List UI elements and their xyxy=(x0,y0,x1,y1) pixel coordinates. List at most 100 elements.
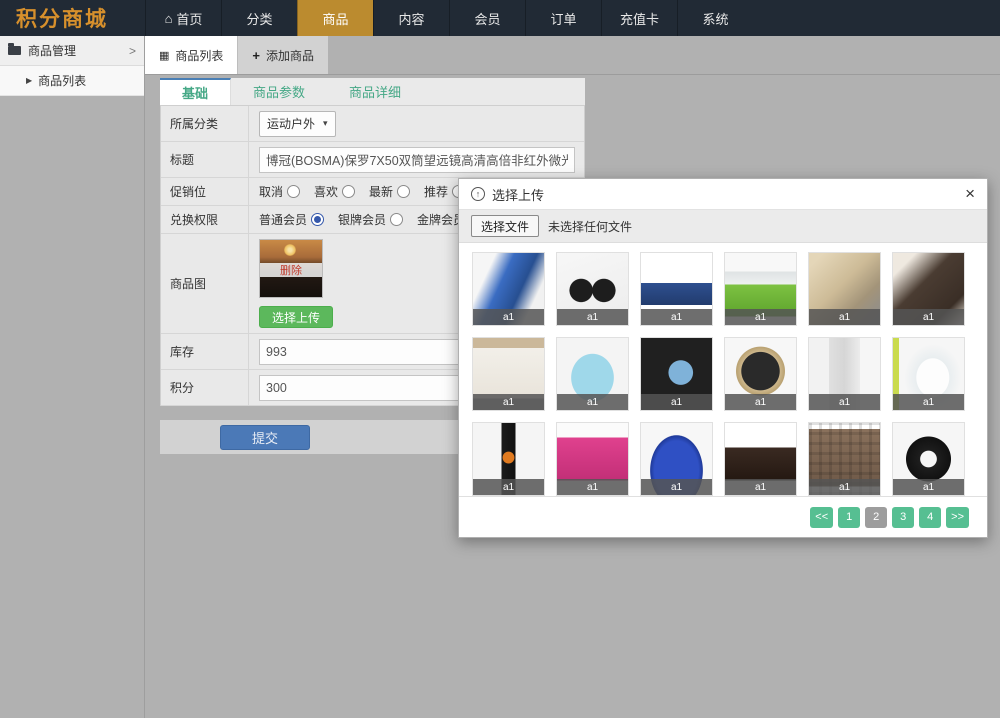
nav-item-members[interactable]: 会员 xyxy=(449,0,525,36)
pagination: << 1 2 3 4 >> xyxy=(459,496,987,537)
title-input[interactable] xyxy=(259,147,575,173)
pagination-prev-button[interactable]: << xyxy=(810,507,833,528)
product-caption: a1 xyxy=(725,309,796,325)
nav-item-recharge-card[interactable]: 充值卡 xyxy=(601,0,677,36)
radio-circle[interactable] xyxy=(397,185,410,198)
radio-circle[interactable] xyxy=(287,185,300,198)
nav-item-label: 订单 xyxy=(550,9,576,28)
product-caption: a1 xyxy=(809,309,880,325)
product-caption: a1 xyxy=(641,309,712,325)
nav-item-category[interactable]: 分类 xyxy=(221,0,297,36)
product-grid: a1 a1 a1 a1 a1 a1 a1 a1 a1 a1 a1 a1 a1 a… xyxy=(459,243,987,496)
product-thumb-rice-cooker[interactable]: a1 xyxy=(724,337,797,411)
sidebar-item-product-list[interactable]: ▶ 商品列表 xyxy=(0,66,144,96)
nav-item-home[interactable]: ⌂ 首页 xyxy=(145,0,221,36)
product-caption: a1 xyxy=(473,309,544,325)
radio-label: 普通会员 xyxy=(259,211,307,228)
radio-label: 推荐 xyxy=(424,183,448,200)
nav-item-system[interactable]: 系统 xyxy=(677,0,753,36)
tab-product-list[interactable]: ▦ 商品列表 xyxy=(145,36,237,74)
product-thumb-water-dispenser[interactable]: a1 xyxy=(808,337,881,411)
folder-icon xyxy=(8,46,21,55)
pagination-page-2-current[interactable]: 2 xyxy=(865,507,887,528)
choose-upload-modal: ↑ 选择上传 × 选择文件 未选择任何文件 a1 a1 a1 a1 a1 a1 … xyxy=(458,178,988,538)
file-status-text: 未选择任何文件 xyxy=(548,218,632,235)
delete-image-link[interactable]: 删除 xyxy=(260,263,322,277)
radio-newest[interactable]: 最新 xyxy=(369,183,410,200)
radio-label: 喜欢 xyxy=(314,183,338,200)
product-thumb-rearview-mirror[interactable]: a1 xyxy=(556,337,629,411)
radio-label: 银牌会员 xyxy=(338,211,386,228)
sidebar-group-product-management[interactable]: 商品管理 > xyxy=(0,36,144,66)
product-thumb-garment-steamer[interactable]: a1 xyxy=(892,337,965,411)
radio-circle[interactable] xyxy=(390,213,403,226)
close-icon[interactable]: × xyxy=(965,184,975,204)
tab-product-detail[interactable]: 商品详细 xyxy=(327,78,423,105)
product-caption: a1 xyxy=(725,479,796,495)
nav-item-label: 分类 xyxy=(246,9,272,28)
product-thumb-car-stereo[interactable]: a1 xyxy=(640,337,713,411)
nav-item-content[interactable]: 内容 xyxy=(373,0,449,36)
product-thumb-car-seat-covers[interactable]: a1 xyxy=(808,252,881,326)
tab-product-params[interactable]: 商品参数 xyxy=(231,78,327,105)
product-caption: a1 xyxy=(809,394,880,410)
product-thumb-cooler-box[interactable]: a1 xyxy=(724,252,797,326)
sidebar-item-label: 商品列表 xyxy=(38,72,86,89)
title-label: 标题 xyxy=(161,142,249,177)
radio-cancel[interactable]: 取消 xyxy=(259,183,300,200)
pagination-page-4[interactable]: 4 xyxy=(919,507,941,528)
sidebar: 商品管理 > ▶ 商品列表 xyxy=(0,36,145,718)
product-caption: a1 xyxy=(557,309,628,325)
product-thumb-belt[interactable]: a1 xyxy=(892,422,965,496)
product-thumb-air-mattress[interactable]: a1 xyxy=(640,252,713,326)
product-thumb-handbag[interactable]: a1 xyxy=(640,422,713,496)
product-thumb-electric-heater[interactable]: a1 xyxy=(472,422,545,496)
upload-icon: ↑ xyxy=(471,187,485,201)
tab-basic[interactable]: 基础 xyxy=(160,78,231,105)
submit-button[interactable]: 提交 xyxy=(220,425,310,450)
caret-right-icon: ▶ xyxy=(26,76,32,85)
product-caption: a1 xyxy=(641,479,712,495)
product-caption: a1 xyxy=(557,479,628,495)
chevron-right-icon: > xyxy=(129,44,136,58)
product-caption: a1 xyxy=(473,479,544,495)
product-thumb-clutch-bag[interactable]: a1 xyxy=(724,422,797,496)
product-thumb-air-purifier[interactable]: a1 xyxy=(472,337,545,411)
pagination-next-button[interactable]: >> xyxy=(946,507,969,528)
radio-circle-checked[interactable] xyxy=(311,213,324,226)
product-thumb-car-floor-mat[interactable]: a1 xyxy=(892,252,965,326)
plus-icon: + xyxy=(252,48,260,63)
form-tabs: 基础 商品参数 商品详细 xyxy=(160,78,585,105)
choose-file-button[interactable]: 选择文件 xyxy=(471,215,539,237)
product-thumb-wallet[interactable]: a1 xyxy=(556,422,629,496)
app-logo: 积分商城 xyxy=(0,0,145,36)
modal-header: ↑ 选择上传 × xyxy=(459,179,987,210)
nav-item-label: 首页 xyxy=(176,9,202,28)
radio-label: 取消 xyxy=(259,183,283,200)
form-row-category: 所属分类 运动户外 ▾ xyxy=(161,106,584,142)
nav-item-label: 内容 xyxy=(398,9,424,28)
permission-label: 兑换权限 xyxy=(161,206,249,233)
pagination-page-3[interactable]: 3 xyxy=(892,507,914,528)
dropdown-arrow-icon: ▾ xyxy=(323,118,328,129)
product-caption: a1 xyxy=(893,394,964,410)
nav-item-label: 充值卡 xyxy=(620,9,659,28)
radio-like[interactable]: 喜欢 xyxy=(314,183,355,200)
modal-title: 选择上传 xyxy=(492,185,544,204)
choose-upload-button[interactable]: 选择上传 xyxy=(259,306,333,328)
category-selected-value: 运动户外 xyxy=(267,115,315,132)
radio-silver-member[interactable]: 银牌会员 xyxy=(338,211,403,228)
product-caption: a1 xyxy=(893,309,964,325)
nav-item-products[interactable]: 商品 xyxy=(297,0,373,36)
tab-add-product[interactable]: + 添加商品 xyxy=(237,36,328,74)
category-select[interactable]: 运动户外 ▾ xyxy=(259,111,336,137)
nav-item-orders[interactable]: 订单 xyxy=(525,0,601,36)
product-thumb-folding-chair[interactable]: a1 xyxy=(472,252,545,326)
tab-label: 商品列表 xyxy=(175,47,223,64)
radio-normal-member[interactable]: 普通会员 xyxy=(259,211,324,228)
product-thumb-binoculars[interactable]: a1 xyxy=(556,252,629,326)
product-image-thumbnail[interactable]: 删除 xyxy=(259,239,323,298)
pagination-page-1[interactable]: 1 xyxy=(838,507,860,528)
product-thumb-messenger-bag[interactable]: a1 xyxy=(808,422,881,496)
radio-circle[interactable] xyxy=(342,185,355,198)
